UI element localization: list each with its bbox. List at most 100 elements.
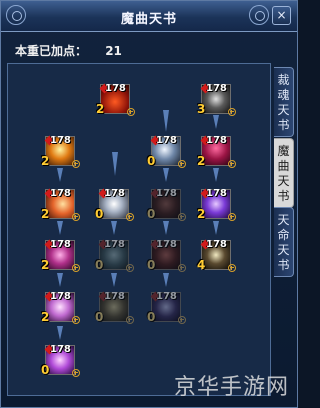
skill-slot[interactable]: 178 2 <box>197 135 236 168</box>
skill-slot[interactable]: 178 2 <box>41 135 80 168</box>
tab-label-char: 天 <box>277 243 290 257</box>
prerequisite-arrow-icon <box>57 273 63 287</box>
prerequisite-arrow-icon <box>57 221 63 235</box>
skill-slot[interactable]: 178 0 <box>95 188 134 221</box>
skill-level: 178 <box>206 135 227 146</box>
skill-rank: 2 <box>41 207 50 221</box>
add-point-icon[interactable] <box>228 108 236 116</box>
prerequisite-arrow-icon <box>163 168 169 182</box>
title-bar[interactable]: 魔曲天书 × <box>1 1 297 32</box>
add-point-icon[interactable] <box>228 264 236 272</box>
skill-rank: 2 <box>41 258 50 272</box>
skill-level: 178 <box>104 188 125 199</box>
skill-book-window: 魔曲天书 × 本重已加点： 21 178 2 178 3 178 2 178 0 178… <box>0 0 298 408</box>
skill-level: 178 <box>104 291 125 302</box>
tab-label-char: 天 <box>277 103 290 117</box>
add-point-icon[interactable] <box>72 160 80 168</box>
add-point-icon[interactable] <box>72 213 80 221</box>
add-point-icon[interactable] <box>228 160 236 168</box>
skill-rank: 2 <box>197 154 206 168</box>
tab-label-char: 书 <box>277 118 290 132</box>
skill-level: 178 <box>156 239 177 250</box>
skill-rank: 2 <box>41 310 50 324</box>
tab-label-char: 魔 <box>277 144 290 158</box>
skill-slot[interactable]: 178 0 <box>147 239 186 272</box>
skill-rank: 0 <box>147 310 156 324</box>
skill-slot[interactable]: 178 2 <box>41 188 80 221</box>
prerequisite-arrow-icon <box>163 273 169 287</box>
skill-slot[interactable]: 178 0 <box>147 135 186 168</box>
tab-label-char: 天 <box>277 174 290 188</box>
skill-rank: 0 <box>95 258 104 272</box>
add-point-icon[interactable] <box>178 264 186 272</box>
skill-rank: 2 <box>197 207 206 221</box>
prerequisite-arrow-icon <box>163 110 169 132</box>
watermark-text: 京华手游网 <box>173 375 289 400</box>
close-button[interactable]: × <box>272 6 291 25</box>
skill-rank: 0 <box>147 154 156 168</box>
prerequisite-arrow-icon <box>163 221 169 235</box>
skill-level: 178 <box>104 239 125 250</box>
skill-slot[interactable]: 178 2 <box>197 188 236 221</box>
skill-slot[interactable]: 178 4 <box>197 239 236 272</box>
skill-rank: 0 <box>95 310 104 324</box>
skill-slot[interactable]: 178 0 <box>147 188 186 221</box>
add-point-icon[interactable] <box>72 264 80 272</box>
tab-label-char: 书 <box>277 258 290 272</box>
points-value: 21 <box>105 44 122 58</box>
skill-slot[interactable]: 178 2 <box>96 83 135 116</box>
add-point-icon[interactable] <box>126 316 134 324</box>
skill-level: 178 <box>206 188 227 199</box>
prerequisite-arrow-icon <box>213 168 219 182</box>
prerequisite-arrow-icon <box>213 115 219 129</box>
add-point-icon[interactable] <box>72 316 80 324</box>
add-point-icon[interactable] <box>228 213 236 221</box>
skill-rank: 2 <box>41 154 50 168</box>
skill-rank: 0 <box>147 207 156 221</box>
skill-slot[interactable]: 178 0 <box>95 239 134 272</box>
skill-level: 178 <box>50 239 71 250</box>
skill-level: 178 <box>206 239 227 250</box>
add-point-icon[interactable] <box>72 369 80 377</box>
tab-label-char: 裁 <box>277 73 290 87</box>
add-point-icon[interactable] <box>127 108 135 116</box>
tab-label-char: 天 <box>277 213 290 227</box>
skill-level: 178 <box>50 135 71 146</box>
tab-caihun-tianshu[interactable]: 裁魂天书 <box>274 67 294 137</box>
ornament-right-icon <box>249 5 269 25</box>
skill-level: 178 <box>156 291 177 302</box>
skill-level: 178 <box>206 83 227 94</box>
skill-level: 178 <box>50 291 71 302</box>
skill-slot[interactable]: 178 2 <box>41 291 80 324</box>
tab-tianming-tianshu[interactable]: 天命天书 <box>274 207 294 277</box>
add-point-icon[interactable] <box>178 160 186 168</box>
prerequisite-arrow-icon <box>57 326 63 340</box>
skill-rank: 4 <box>197 258 206 272</box>
skill-slot[interactable]: 178 0 <box>41 344 80 377</box>
tab-moqu-tianshu[interactable]: 魔曲天书 <box>274 138 294 208</box>
add-point-icon[interactable] <box>126 213 134 221</box>
points-label: 本重已加点： <box>15 44 88 58</box>
skill-slot[interactable]: 178 3 <box>197 83 236 116</box>
add-point-icon[interactable] <box>178 213 186 221</box>
prerequisite-arrow-icon <box>112 152 118 176</box>
skill-level: 178 <box>156 188 177 199</box>
skill-rank: 0 <box>147 258 156 272</box>
skill-slot[interactable]: 178 2 <box>41 239 80 272</box>
skill-rank: 0 <box>41 363 50 377</box>
points-summary: 本重已加点： 21 <box>15 42 122 59</box>
skill-level: 178 <box>156 135 177 146</box>
skill-rank: 3 <box>197 102 206 116</box>
prerequisite-arrow-icon <box>111 273 117 287</box>
skill-slot[interactable]: 178 0 <box>147 291 186 324</box>
tab-label-char: 魂 <box>277 88 290 102</box>
skill-slot[interactable]: 178 0 <box>95 291 134 324</box>
add-point-icon[interactable] <box>178 316 186 324</box>
add-point-icon[interactable] <box>126 264 134 272</box>
skill-tree-panel: 178 2 178 3 178 2 178 0 178 2 178 2 178 0 178 0 … <box>7 63 271 396</box>
skill-level: 178 <box>105 83 126 94</box>
skill-rank: 0 <box>95 207 104 221</box>
prerequisite-arrow-icon <box>111 221 117 235</box>
skill-rank: 2 <box>96 102 105 116</box>
skill-level: 178 <box>50 188 71 199</box>
